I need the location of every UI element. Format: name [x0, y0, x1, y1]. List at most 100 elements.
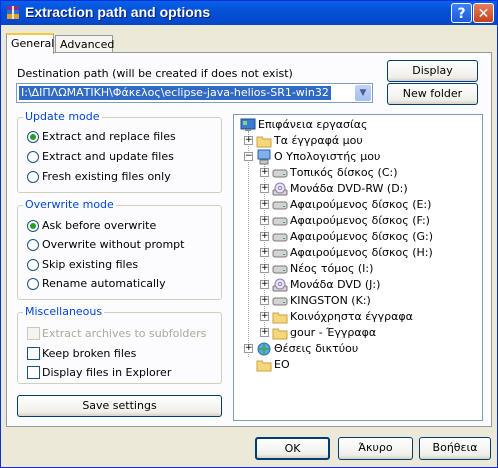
ok-button[interactable]: OK: [255, 437, 330, 460]
tree-item-desktop[interactable]: Επιφάνεια εργασίας: [234, 117, 482, 133]
expand-icon[interactable]: +: [244, 136, 253, 145]
destination-label: Destination path (will be created if doe…: [17, 67, 293, 80]
drive-icon: [272, 169, 288, 178]
save-settings-button[interactable]: Save settings: [17, 395, 222, 417]
tree-label: Τα έγγραφά μου: [274, 134, 363, 147]
tree-item-network-places[interactable]: + Θέσεις δικτύου: [234, 341, 482, 357]
tree-item-drive-d[interactable]: + Μονάδα DVD-RW (D:): [234, 181, 482, 197]
extract-replace-label[interactable]: Extract and replace files: [42, 130, 176, 143]
tree-label: Μονάδα DVD (J:): [290, 278, 381, 291]
tree-item-drive-c[interactable]: + Τοπικός δίσκος (C:): [234, 165, 482, 181]
misc-title: Miscellaneous: [23, 305, 105, 318]
ask-overwrite-label[interactable]: Ask before overwrite: [42, 219, 156, 232]
expand-icon[interactable]: +: [260, 184, 269, 193]
expand-icon[interactable]: +: [260, 328, 269, 337]
computer-icon: [257, 149, 271, 165]
winrar-icon: [7, 6, 19, 19]
help-title-button[interactable]: ?: [451, 3, 472, 23]
tree-label: Ο Υπολογιστής μου: [274, 150, 381, 163]
dvd-icon: [272, 278, 288, 292]
ask-overwrite-radio[interactable]: [27, 220, 39, 232]
overwrite-mode-title: Overwrite mode: [23, 198, 116, 211]
collapse-icon[interactable]: −: [244, 152, 253, 161]
title-bar[interactable]: Extraction path and options ? ✕: [1, 1, 497, 25]
tree-label: Αφαιρούμενος δίσκος (H:): [290, 246, 433, 259]
tree-item-drive-h[interactable]: + Αφαιρούμενος δίσκος (H:): [234, 245, 482, 261]
tree-item-drive-j[interactable]: + Μονάδα DVD (J:): [234, 277, 482, 293]
tree-item-drive-g[interactable]: + Αφαιρούμενος δίσκος (G:): [234, 229, 482, 245]
folder-icon: [272, 328, 288, 340]
tab-general[interactable]: General: [6, 33, 54, 54]
tree-label: Τοπικός δίσκος (C:): [290, 166, 398, 179]
new-folder-button[interactable]: New folder: [387, 83, 478, 105]
expand-icon[interactable]: +: [244, 344, 253, 353]
dvd-icon: [272, 182, 288, 196]
display-explorer-label[interactable]: Display files in Explorer: [42, 366, 171, 379]
folder-icon: [272, 312, 288, 324]
expand-icon[interactable]: +: [260, 280, 269, 289]
extract-update-radio[interactable]: [27, 151, 39, 163]
tree-label: Κοινόχρηστα έγγραφα: [290, 310, 413, 323]
expand-icon[interactable]: +: [260, 296, 269, 305]
drive-icon: [272, 217, 288, 226]
keep-broken-checkbox[interactable]: [27, 347, 40, 360]
tree-item-drive-i[interactable]: + Νέος τόμος (I:): [234, 261, 482, 277]
desktop-icon: [240, 118, 256, 131]
update-mode-title: Update mode: [23, 110, 102, 123]
tree-label: KINGSTON (K:): [290, 294, 371, 307]
cancel-button[interactable]: Άκυρο: [338, 437, 413, 460]
tree-label: EO: [274, 358, 290, 371]
tree-item-drive-k[interactable]: + KINGSTON (K:): [234, 293, 482, 309]
extract-subfolders-label: Extract archives to subfolders: [42, 327, 207, 340]
tree-label: gour - Έγγραφα: [290, 326, 377, 339]
drive-icon: [272, 233, 288, 242]
tree-item-drive-f[interactable]: + Αφαιρούμενος δίσκος (F:): [234, 213, 482, 229]
expand-icon[interactable]: +: [260, 248, 269, 257]
overwrite-noprompt-label[interactable]: Overwrite without prompt: [42, 238, 184, 251]
fresh-existing-radio[interactable]: [27, 171, 39, 183]
display-explorer-checkbox[interactable]: [27, 366, 40, 379]
folder-tree[interactable]: Επιφάνεια εργασίας + Τα έγγραφά μου − Ο …: [233, 114, 483, 421]
tree-label: Αφαιρούμενος δίσκος (E:): [290, 198, 432, 211]
extract-subfolders-checkbox[interactable]: [27, 327, 40, 340]
folder-icon: [256, 136, 272, 148]
drive-icon: [272, 265, 288, 274]
tree-label: Αφαιρούμενος δίσκος (F:): [290, 214, 430, 227]
drive-icon: [272, 201, 288, 210]
help-button[interactable]: Βοήθεια: [419, 437, 491, 460]
expand-icon[interactable]: +: [260, 200, 269, 209]
keep-broken-label[interactable]: Keep broken files: [42, 347, 136, 360]
expand-icon[interactable]: +: [260, 168, 269, 177]
tree-item-drive-e[interactable]: + Αφαιρούμενος δίσκος (E:): [234, 197, 482, 213]
expand-icon[interactable]: +: [260, 232, 269, 241]
network-icon: [257, 342, 271, 356]
rename-auto-label[interactable]: Rename automatically: [42, 277, 166, 290]
extract-update-label[interactable]: Extract and update files: [42, 150, 174, 163]
folder-icon: [256, 360, 272, 372]
tree-item-shared-documents[interactable]: + Κοινόχρηστα έγγραφα: [234, 309, 482, 325]
chevron-down-icon[interactable]: ▼: [355, 85, 371, 101]
rename-auto-radio[interactable]: [27, 278, 39, 290]
display-button[interactable]: Display: [387, 60, 478, 82]
destination-path-value[interactable]: I:\ΔΙΠΛΩΜΑΤΙΚΗ\Φάκελος\eclipse-java-heli…: [19, 86, 331, 100]
overwrite-noprompt-radio[interactable]: [27, 239, 39, 251]
destination-path-combo[interactable]: I:\ΔΙΠΛΩΜΑΤΙΚΗ\Φάκελος\eclipse-java-heli…: [16, 83, 373, 103]
expand-icon[interactable]: +: [260, 264, 269, 273]
tree-label: Θέσεις δικτύου: [274, 342, 359, 355]
close-button[interactable]: ✕: [473, 3, 494, 23]
tree-item-my-documents[interactable]: + Τα έγγραφά μου: [234, 133, 482, 149]
expand-icon[interactable]: +: [260, 312, 269, 321]
fresh-existing-label[interactable]: Fresh existing files only: [42, 170, 171, 183]
tree-item-my-computer[interactable]: − Ο Υπολογιστής μου: [234, 149, 482, 165]
extraction-dialog: Extraction path and options ? ✕ General …: [0, 0, 498, 468]
skip-existing-label[interactable]: Skip existing files: [42, 258, 138, 271]
tree-label: Νέος τόμος (I:): [290, 262, 374, 275]
extract-replace-radio[interactable]: [27, 131, 39, 143]
skip-existing-radio[interactable]: [27, 259, 39, 271]
tree-label: Μονάδα DVD-RW (D:): [290, 182, 408, 195]
tree-item-eo[interactable]: EO: [234, 357, 482, 373]
tree-item-user-documents[interactable]: + gour - Έγγραφα: [234, 325, 482, 341]
expand-icon[interactable]: +: [260, 216, 269, 225]
window-title: Extraction path and options: [25, 4, 211, 20]
tab-advanced[interactable]: Advanced: [55, 35, 114, 53]
